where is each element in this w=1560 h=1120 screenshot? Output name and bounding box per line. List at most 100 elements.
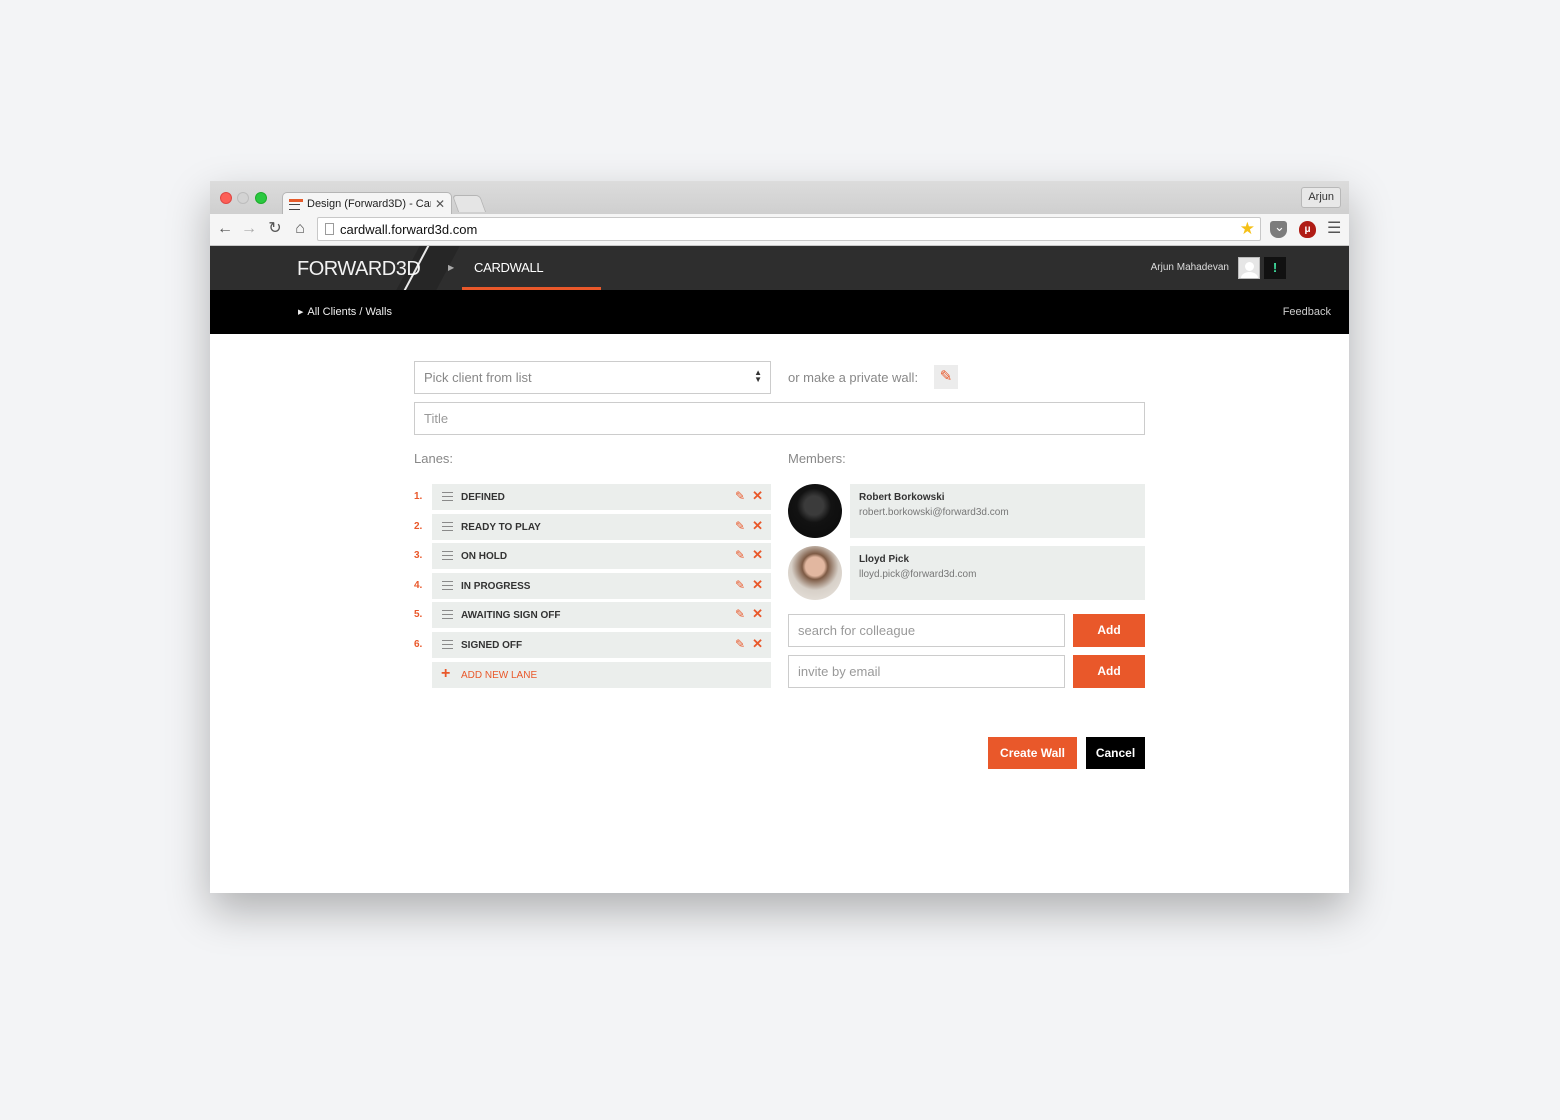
add-invite-button[interactable]: Add xyxy=(1073,655,1145,688)
browser-menu-icon[interactable]: ☰ xyxy=(1327,221,1344,238)
pencil-icon[interactable]: ✎ xyxy=(735,637,745,651)
lane-row: 6. SIGNED OFF ✎ ✕ xyxy=(414,632,771,658)
pencil-icon[interactable]: ✎ xyxy=(735,578,745,592)
forward-icon[interactable]: → xyxy=(240,220,258,238)
close-icon[interactable]: ✕ xyxy=(752,488,763,504)
member-info: Robert Borkowski robert.borkowski@forwar… xyxy=(850,484,1145,538)
lane-number: 4. xyxy=(414,580,423,591)
pencil-icon[interactable]: ✎ xyxy=(735,489,745,503)
lane-number: 5. xyxy=(414,609,423,620)
add-colleague-button[interactable]: Add xyxy=(1073,614,1145,647)
add-lane-button[interactable]: + ADD NEW LANE xyxy=(432,662,771,688)
app-header: FORWARD3D ▶ CARDWALL Arjun Mahadevan ! xyxy=(210,246,1349,290)
app-title[interactable]: CARDWALL xyxy=(474,260,544,275)
browser-titlebar: Design (Forward3D) - Card ✕ Arjun xyxy=(210,181,1349,214)
lane-item[interactable]: ON HOLD ✎ ✕ xyxy=(432,543,771,569)
close-icon[interactable]: ✕ xyxy=(752,636,763,652)
home-icon[interactable]: ⌂ xyxy=(291,220,309,238)
feedback-link[interactable]: Feedback xyxy=(1283,306,1331,318)
lane-label: IN PROGRESS xyxy=(461,581,531,592)
tab-close-icon[interactable]: ✕ xyxy=(435,197,445,211)
ublock-icon[interactable]: μ xyxy=(1299,221,1316,238)
lane-item[interactable]: IN PROGRESS ✎ ✕ xyxy=(432,573,771,599)
member-name: Lloyd Pick xyxy=(859,554,910,565)
member-email: robert.borkowski@forward3d.com xyxy=(859,507,1009,518)
create-wall-button[interactable]: Create Wall xyxy=(988,737,1077,769)
lane-row: 4. IN PROGRESS ✎ ✕ xyxy=(414,573,771,599)
add-lane-label: ADD NEW LANE xyxy=(461,670,538,681)
breadcrumb-text: All Clients / Walls xyxy=(307,306,392,318)
lane-label: ON HOLD xyxy=(461,551,508,562)
pencil-icon[interactable]: ✎ xyxy=(735,548,745,562)
page-icon xyxy=(325,223,334,235)
reload-icon[interactable]: ↻ xyxy=(266,220,284,238)
lane-row: 3. ON HOLD ✎ ✕ xyxy=(414,543,771,569)
browser-toolbar: ← → ↻ ⌂ cardwall.forward3d.com ★ μ ☰ xyxy=(210,214,1349,246)
member-email: lloyd.pick@forward3d.com xyxy=(859,569,977,580)
close-icon[interactable]: ✕ xyxy=(752,577,763,593)
tab-title: Design (Forward3D) - Card xyxy=(307,197,431,210)
pocket-icon[interactable] xyxy=(1270,219,1287,238)
close-window-button[interactable] xyxy=(220,192,232,204)
drag-handle-icon[interactable] xyxy=(442,492,453,501)
close-icon[interactable]: ✕ xyxy=(752,547,763,563)
member-name: Robert Borkowski xyxy=(859,492,945,503)
url-text: cardwall.forward3d.com xyxy=(340,222,478,237)
close-icon[interactable]: ✕ xyxy=(752,518,763,534)
private-wall-pencil-button[interactable]: ✎ xyxy=(934,365,958,389)
plus-icon: + xyxy=(441,665,451,682)
maximize-window-button[interactable] xyxy=(255,192,267,204)
pencil-icon[interactable]: ✎ xyxy=(735,607,745,621)
lane-label: READY TO PLAY xyxy=(461,522,541,533)
avatar xyxy=(788,546,842,600)
notification-button[interactable]: ! xyxy=(1264,257,1286,279)
cancel-button[interactable]: Cancel xyxy=(1086,737,1145,769)
lane-label: SIGNED OFF xyxy=(461,640,523,651)
select-arrows-icon: ▲ ▼ xyxy=(754,368,762,384)
sub-nav: ▶ All Clients / Walls Feedback xyxy=(210,290,1349,334)
close-icon[interactable]: ✕ xyxy=(752,606,763,622)
main-content: Pick client from list ▲ ▼ or make a priva… xyxy=(210,334,1349,893)
avatar xyxy=(788,484,842,538)
lane-row: 5. AWAITING SIGN OFF ✎ ✕ xyxy=(414,602,771,628)
address-bar[interactable]: cardwall.forward3d.com ★ xyxy=(317,217,1261,241)
lanes-label: Lanes: xyxy=(414,451,454,466)
lane-item[interactable]: SIGNED OFF ✎ ✕ xyxy=(432,632,771,658)
caret-right-icon: ▶ xyxy=(448,263,455,272)
client-select[interactable]: Pick client from list ▲ ▼ xyxy=(414,361,771,394)
pencil-icon[interactable]: ✎ xyxy=(735,519,745,533)
title-input[interactable]: Title xyxy=(414,402,1145,435)
favicon-icon xyxy=(289,198,303,210)
new-tab-button[interactable] xyxy=(451,195,487,212)
member-card: Lloyd Pick lloyd.pick@forward3d.com xyxy=(788,546,1145,600)
lane-item[interactable]: AWAITING SIGN OFF ✎ ✕ xyxy=(432,602,771,628)
member-info: Lloyd Pick lloyd.pick@forward3d.com xyxy=(850,546,1145,600)
member-card: Robert Borkowski robert.borkowski@forwar… xyxy=(788,484,1145,538)
lane-item[interactable]: READY TO PLAY ✎ ✕ xyxy=(432,514,771,540)
minimize-window-button[interactable] xyxy=(237,192,249,204)
back-icon[interactable]: ← xyxy=(216,220,234,238)
user-name[interactable]: Arjun Mahadevan xyxy=(1151,262,1229,273)
breadcrumb[interactable]: ▶ All Clients / Walls xyxy=(298,306,392,318)
lane-number: 6. xyxy=(414,639,423,650)
lane-number: 1. xyxy=(414,491,423,502)
drag-handle-icon[interactable] xyxy=(442,610,453,619)
lane-number: 2. xyxy=(414,521,423,532)
bookmark-star-icon[interactable]: ★ xyxy=(1240,219,1255,239)
drag-handle-icon[interactable] xyxy=(442,640,453,649)
logo[interactable]: FORWARD3D xyxy=(297,258,421,281)
drag-handle-icon[interactable] xyxy=(442,522,453,531)
pencil-icon: ✎ xyxy=(939,368,953,385)
search-colleague-input[interactable]: search for colleague xyxy=(788,614,1065,647)
profile-button[interactable]: Arjun xyxy=(1301,187,1341,208)
drag-handle-icon[interactable] xyxy=(442,581,453,590)
invite-email-input[interactable]: invite by email xyxy=(788,655,1065,688)
drag-handle-icon[interactable] xyxy=(442,551,453,560)
browser-tab[interactable]: Design (Forward3D) - Card ✕ xyxy=(282,192,452,214)
lane-item[interactable]: DEFINED ✎ ✕ xyxy=(432,484,771,510)
lane-row: 1. DEFINED ✎ ✕ xyxy=(414,484,771,510)
avatar[interactable] xyxy=(1238,257,1260,279)
browser-window: Design (Forward3D) - Card ✕ Arjun ← → ↻ … xyxy=(210,181,1349,893)
caret-right-icon: ▶ xyxy=(298,309,304,316)
client-select-value: Pick client from list xyxy=(424,370,532,385)
